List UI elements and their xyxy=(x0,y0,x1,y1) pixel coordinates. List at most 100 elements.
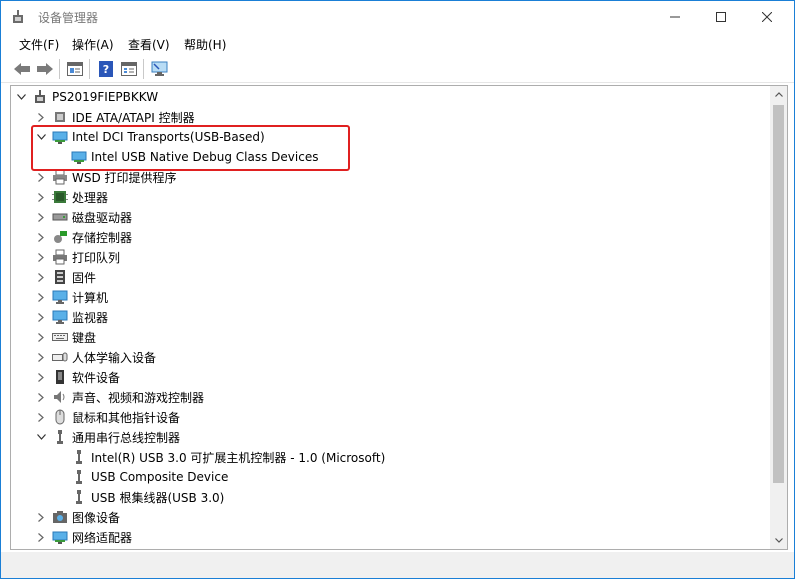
title-bar: 设备管理器 xyxy=(1,1,794,32)
disk-drive-icon xyxy=(52,209,68,225)
camera-icon xyxy=(52,509,68,525)
menu-action[interactable]: 操作(A) xyxy=(72,36,114,53)
tree-item-label: 鼠标和其他指针设备 xyxy=(72,410,181,425)
tree-item-intel-dci[interactable]: Intel DCI Transports(USB-Based) xyxy=(11,127,265,147)
tree-item-label: 人体学输入设备 xyxy=(72,350,157,365)
tree-item-label: 存储控制器 xyxy=(72,230,133,245)
tree-item-label: 图像设备 xyxy=(72,510,121,525)
tree-item-label: Intel USB Native Debug Class Devices xyxy=(91,150,319,164)
computer-icon xyxy=(52,289,68,305)
menu-help[interactable]: 帮助(H) xyxy=(184,36,226,53)
monitor-scan-icon[interactable] xyxy=(150,59,170,79)
tree-item-processor[interactable]: 处理器 xyxy=(11,187,108,207)
scroll-down-icon[interactable] xyxy=(770,532,787,549)
toolbar-separator xyxy=(59,59,60,79)
toolbar: ? xyxy=(1,55,794,83)
menu-bar: 文件(F) 操作(A) 查看(V) 帮助(H) xyxy=(1,32,794,54)
device-manager-app-icon xyxy=(10,9,26,25)
back-icon[interactable] xyxy=(12,59,32,79)
usb-icon xyxy=(71,489,87,505)
tree-item-label: 固件 xyxy=(72,270,97,285)
chevron-right-icon[interactable] xyxy=(35,331,47,343)
tree-item-firmware[interactable]: 固件 xyxy=(11,267,96,287)
chevron-down-icon[interactable] xyxy=(35,131,47,143)
chevron-right-icon[interactable] xyxy=(35,251,47,263)
chevron-right-icon[interactable] xyxy=(35,351,47,363)
tree-item-imaging[interactable]: 图像设备 xyxy=(11,507,120,527)
sound-icon xyxy=(52,389,68,405)
tree-child-usb-root-hub[interactable]: USB 根集线器(USB 3.0) xyxy=(11,487,224,507)
tree-item-label: 软件设备 xyxy=(72,370,121,385)
view-icon[interactable] xyxy=(119,59,139,79)
tree-item-storage[interactable]: 存储控制器 xyxy=(11,227,132,247)
chevron-right-icon[interactable] xyxy=(35,311,47,323)
maximize-button[interactable] xyxy=(698,1,744,32)
tree-item-label: 通用串行总线控制器 xyxy=(72,430,181,445)
processor-icon xyxy=(52,189,68,205)
tree-root[interactable]: PS2019FIEPBKKW xyxy=(11,87,158,107)
tree-item-computer[interactable]: 计算机 xyxy=(11,287,108,307)
chevron-right-icon[interactable] xyxy=(35,191,47,203)
chevron-right-icon[interactable] xyxy=(35,291,47,303)
chevron-right-icon[interactable] xyxy=(35,391,47,403)
properties-icon[interactable] xyxy=(65,59,85,79)
chevron-right-icon[interactable] xyxy=(35,211,47,223)
tree-child-usb-host[interactable]: Intel(R) USB 3.0 可扩展主机控制器 - 1.0 (Microso… xyxy=(11,447,385,467)
svg-text:?: ? xyxy=(103,63,109,76)
tree-item-usb-controllers[interactable]: 通用串行总线控制器 xyxy=(11,427,180,447)
tree-item-wsd[interactable]: WSD 打印提供程序 xyxy=(11,167,177,187)
print-queue-icon xyxy=(52,249,68,265)
monitor-icon xyxy=(52,309,68,325)
menu-view[interactable]: 查看(V) xyxy=(128,36,170,53)
chevron-down-icon[interactable] xyxy=(15,91,27,103)
tree-item-network-adapter[interactable]: 网络适配器 xyxy=(11,527,132,547)
forward-icon[interactable] xyxy=(35,59,55,79)
mouse-icon xyxy=(52,409,68,425)
printer-icon xyxy=(52,169,68,185)
tree-item-software[interactable]: 软件设备 xyxy=(11,367,120,387)
tree-child-usb-composite[interactable]: USB Composite Device xyxy=(11,467,228,487)
menu-file[interactable]: 文件(F) xyxy=(19,36,59,53)
chevron-right-icon[interactable] xyxy=(35,171,47,183)
vertical-scrollbar[interactable] xyxy=(770,86,787,549)
scrollbar-thumb[interactable] xyxy=(773,105,784,483)
tree-child-intel-usb-debug[interactable]: Intel USB Native Debug Class Devices xyxy=(11,147,318,167)
firmware-icon xyxy=(52,269,68,285)
chevron-right-icon[interactable] xyxy=(35,511,47,523)
tree-item-label: 计算机 xyxy=(72,290,109,305)
tree-item-ide[interactable]: IDE ATA/ATAPI 控制器 xyxy=(11,107,195,127)
chevron-down-icon[interactable] xyxy=(35,431,47,443)
computer-icon xyxy=(32,89,48,105)
hid-icon xyxy=(52,349,68,365)
toolbar-separator xyxy=(143,59,144,79)
status-bar xyxy=(1,552,794,578)
chevron-right-icon[interactable] xyxy=(35,531,47,543)
network-adapter-icon xyxy=(52,529,68,545)
tree-item-mouse[interactable]: 鼠标和其他指针设备 xyxy=(11,407,180,427)
device-tree[interactable]: PS2019FIEPBKKW IDE ATA/ATAPI 控制器 Intel D… xyxy=(10,85,788,550)
software-device-icon xyxy=(52,369,68,385)
tree-item-label: WSD 打印提供程序 xyxy=(72,170,177,185)
scroll-up-icon[interactable] xyxy=(770,86,787,103)
chevron-right-icon[interactable] xyxy=(35,231,47,243)
minimize-button[interactable] xyxy=(652,1,698,32)
close-button[interactable] xyxy=(744,1,790,32)
tree-item-disk[interactable]: 磁盘驱动器 xyxy=(11,207,132,227)
window-title: 设备管理器 xyxy=(38,11,99,25)
chevron-right-icon[interactable] xyxy=(35,371,47,383)
storage-controller-icon xyxy=(52,229,68,245)
chevron-right-icon[interactable] xyxy=(35,111,47,123)
help-icon[interactable]: ? xyxy=(96,59,116,79)
tree-item-print-queue[interactable]: 打印队列 xyxy=(11,247,120,267)
chevron-right-icon[interactable] xyxy=(35,411,47,423)
network-card-icon xyxy=(71,149,87,165)
chevron-right-icon[interactable] xyxy=(35,271,47,283)
tree-item-label: 声音、视频和游戏控制器 xyxy=(72,390,205,405)
keyboard-icon xyxy=(52,329,68,345)
tree-item-monitor[interactable]: 监视器 xyxy=(11,307,108,327)
tree-root-label: PS2019FIEPBKKW xyxy=(52,90,159,104)
tree-item-hid[interactable]: 人体学输入设备 xyxy=(11,347,156,367)
tree-item-keyboard[interactable]: 键盘 xyxy=(11,327,96,347)
tree-item-sound[interactable]: 声音、视频和游戏控制器 xyxy=(11,387,204,407)
toolbar-separator xyxy=(89,59,90,79)
